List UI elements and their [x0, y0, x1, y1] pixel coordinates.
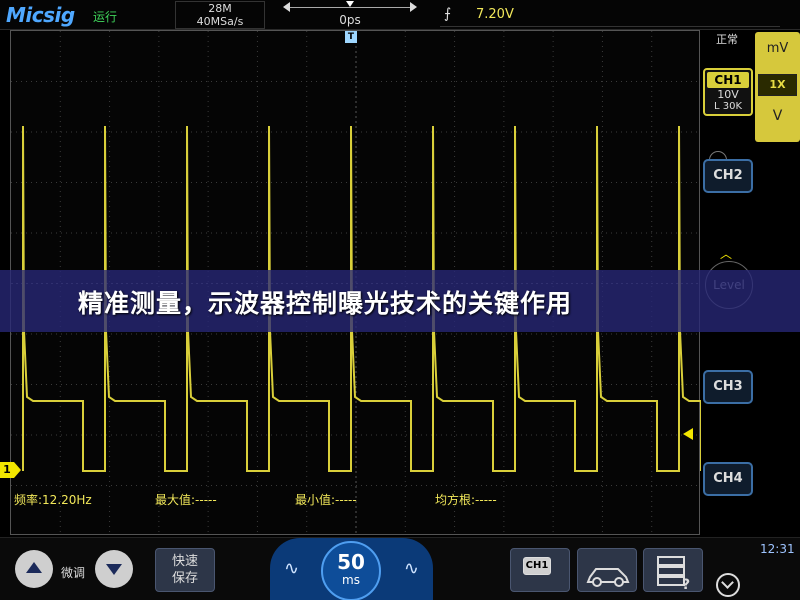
ch1-offset-label: 1	[0, 462, 14, 478]
v-scale-button[interactable]: V	[755, 108, 800, 124]
quick-save-button[interactable]: 快速 保存	[155, 548, 215, 592]
ch1-name: CH1	[707, 72, 749, 88]
ch3-button[interactable]: CH3	[703, 370, 753, 404]
ch1-offset-arrow-icon	[14, 462, 21, 478]
volts-scale-panel[interactable]: mV 1X V	[755, 32, 800, 142]
maximum-measurement[interactable]: 最大值:-----	[155, 491, 217, 508]
rising-edge-icon: ⨍	[444, 6, 452, 22]
run-state-label[interactable]: 运行	[93, 8, 117, 25]
frequency-measurement[interactable]: 频率:12.20Hz	[14, 491, 92, 508]
probe-ratio-button[interactable]: 1X	[758, 74, 797, 96]
mv-scale-button[interactable]: mV	[755, 41, 800, 56]
sample-rate: 40MSa/s	[196, 15, 244, 28]
timebase-unit: ms	[342, 573, 360, 587]
measurement-row: 频率:12.20Hz 最大值:----- 最小值:----- 均方根:-----	[14, 491, 694, 507]
arrow-left-icon[interactable]	[283, 2, 290, 12]
ch4-button[interactable]: CH4	[703, 462, 753, 496]
fine-adjust-label: 微调	[61, 566, 86, 580]
triangle-down-icon	[106, 564, 122, 575]
brand-logo: Micsig	[6, 3, 75, 27]
expand-down-icon[interactable]	[716, 573, 740, 597]
ch1-button[interactable]: CH1 10V L 30K	[703, 68, 753, 116]
chevron-down-icon	[721, 576, 734, 589]
ch1-card-icon: CH1	[523, 557, 551, 575]
horizontal-position-value: 0ps	[339, 13, 361, 27]
auto-button[interactable]	[577, 548, 637, 592]
fine-down-button[interactable]	[95, 550, 133, 588]
wave-right-icon[interactable]: ∿	[404, 558, 419, 579]
trigger-position-marker-icon	[346, 1, 354, 7]
ch1-offset-marker[interactable]: 1	[0, 462, 22, 478]
rms-measurement[interactable]: 均方根:-----	[435, 491, 497, 508]
banner-title: 精准测量，示波器控制曝光技术的关键作用	[78, 289, 573, 318]
storage-help-button[interactable]: ?	[643, 548, 703, 593]
ch1-volts-div: 10V	[717, 88, 739, 101]
storage-help-icon: ?	[657, 556, 690, 593]
fine-up-button[interactable]	[15, 550, 53, 588]
trigger-level-marker-icon[interactable]	[683, 428, 693, 440]
triangle-up-icon	[26, 562, 42, 573]
top-status-bar: Micsig 运行 28M 40MSa/s 0ps ⨍ 7.20V	[0, 0, 800, 30]
acquisition-info[interactable]: 28M 40MSa/s	[175, 1, 265, 29]
chevron-up-icon[interactable]: ︿	[720, 245, 732, 262]
horizontal-position-control[interactable]: 0ps	[280, 1, 420, 28]
arrow-right-icon[interactable]	[410, 2, 417, 12]
system-clock: 12:31	[760, 542, 795, 556]
bottom-toolbar: 微调 快速 保存 ∿ 50 ms ∿ CH1 ? 12:31	[0, 537, 800, 600]
ch2-button[interactable]: CH2	[703, 159, 753, 193]
quick-save-label: 快速 保存	[171, 554, 198, 586]
timebase-value: 50	[337, 550, 365, 574]
trigger-point-marker[interactable]: T	[345, 31, 357, 43]
minimum-measurement[interactable]: 最小值:-----	[295, 491, 357, 508]
trigger-mode-label[interactable]: 正常	[716, 31, 738, 47]
car-icon	[586, 568, 630, 587]
timebase-control[interactable]: ∿ 50 ms ∿	[270, 538, 433, 600]
svg-text:?: ?	[682, 577, 690, 593]
title-banner: 精准测量，示波器控制曝光技术的关键作用	[0, 270, 800, 332]
trigger-level-value: 7.20V	[476, 7, 514, 22]
time-position-track	[290, 7, 410, 8]
memory-depth: 28M	[208, 2, 232, 15]
trigger-info[interactable]: ⨍ 7.20V	[440, 3, 780, 27]
timebase-knob[interactable]: 50 ms	[321, 541, 381, 600]
channel-menu-button[interactable]: CH1	[510, 548, 570, 592]
wave-left-icon[interactable]: ∿	[284, 558, 299, 579]
ch1-coupling: L 30K	[713, 101, 743, 112]
